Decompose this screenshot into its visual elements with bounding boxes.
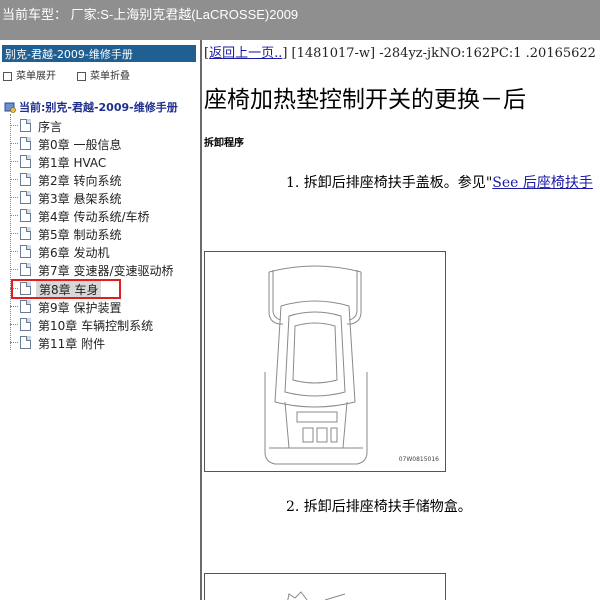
content-pane: [返回上一页..] [1481017-w] -284yz-jkNO:162PC:… bbox=[202, 40, 600, 600]
figure-code: 07W0815016 bbox=[398, 456, 439, 463]
selection-highlight-box bbox=[11, 279, 121, 299]
collapse-menu-button[interactable]: 菜单折叠 bbox=[77, 67, 130, 82]
step-1-text: 1. 拆卸后排座椅扶手盖板。参见 bbox=[286, 175, 486, 191]
expand-menu-label: 菜单展开 bbox=[16, 71, 56, 82]
document-icon bbox=[20, 300, 31, 313]
tree-item-label: 第3章 悬架系统 bbox=[38, 192, 122, 206]
section-label: 拆卸程序 bbox=[204, 138, 244, 149]
manual-root-icon bbox=[4, 102, 16, 113]
tree-item-label: 第9章 保护装置 bbox=[38, 301, 122, 315]
tree-guide-line bbox=[10, 114, 11, 350]
collapse-menu-label: 菜单折叠 bbox=[90, 71, 130, 82]
tree-item-label: 第1章 HVAC bbox=[38, 156, 107, 170]
document-icon bbox=[20, 191, 31, 204]
step-1: 1. 拆卸后排座椅扶手盖板。参见"See 后座椅扶手 bbox=[286, 172, 593, 192]
expand-icon bbox=[3, 71, 12, 81]
tree-root[interactable]: 当前:别克-君越-2009-维修手册 bbox=[4, 99, 178, 115]
step-1-link[interactable]: See 后座椅扶手 bbox=[492, 175, 593, 191]
tree-item-label: 第0章 一般信息 bbox=[38, 138, 122, 152]
document-icon bbox=[20, 245, 31, 258]
document-icon bbox=[20, 119, 31, 132]
step-2: 2. 拆卸后排座椅扶手储物盒。 bbox=[286, 499, 472, 515]
tree-item-label: 第4章 传动系统/车桥 bbox=[38, 210, 150, 224]
document-icon bbox=[20, 209, 31, 222]
title-bar: 当前车型： 厂家:S-上海别克君越(LaCROSSE)2009 bbox=[0, 0, 600, 40]
expand-menu-button[interactable]: 菜单展开 bbox=[3, 67, 56, 82]
tree-item-label: 序言 bbox=[38, 120, 63, 134]
sidebar-header-title: 别克-君越-2009-维修手册 bbox=[5, 48, 133, 61]
tree-item-label: 第11章 附件 bbox=[38, 337, 106, 351]
storage-box-illustration bbox=[287, 591, 346, 600]
tree-item-label: 第7章 变速器/变速驱动桥 bbox=[38, 264, 174, 278]
tree-item-label: 第6章 发动机 bbox=[38, 246, 110, 260]
document-icon bbox=[20, 137, 31, 150]
document-icon bbox=[20, 155, 31, 168]
document-icon bbox=[20, 336, 31, 349]
sidebar-header: 别克-君越-2009-维修手册 bbox=[2, 45, 196, 62]
armrest-illustration bbox=[264, 265, 368, 465]
nav-line: [返回上一页..] [1481017-w] -284yz-jkNO:162PC:… bbox=[204, 42, 596, 61]
current-vehicle-text: 当前车型： 厂家:S-上海别克君越(LaCROSSE)2009 bbox=[2, 7, 299, 22]
page-title: 座椅加热垫控制开关的更换－后 bbox=[204, 87, 526, 113]
document-icon bbox=[20, 227, 31, 240]
document-icon bbox=[20, 173, 31, 186]
doc-reference: ] [1481017-w] -284yz-jkNO:162PC:1 .20165… bbox=[282, 46, 596, 61]
figure-armrest-cover: 07W0815016 bbox=[204, 251, 446, 472]
back-link[interactable]: 返回上一页.. bbox=[209, 46, 282, 61]
tree-item-label: 第5章 制动系统 bbox=[38, 228, 122, 242]
tree-item-label: 第10章 车辆控制系统 bbox=[38, 319, 154, 333]
document-icon bbox=[20, 318, 31, 331]
document-icon bbox=[20, 263, 31, 276]
tree-root-label: 当前:别克-君越-2009-维修手册 bbox=[19, 101, 178, 114]
tree-item-label: 第2章 转向系统 bbox=[38, 174, 122, 188]
figure-storage-box bbox=[204, 573, 446, 600]
collapse-icon bbox=[77, 71, 86, 81]
